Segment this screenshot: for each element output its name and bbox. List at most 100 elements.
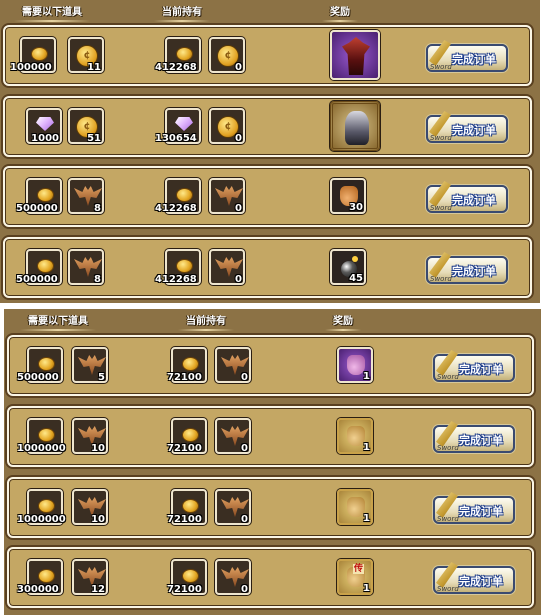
header-reward: 奖励: [325, 312, 361, 331]
required-gold-slot[interactable]: 500000: [16, 249, 62, 285]
owned-bat-slot[interactable]: 0: [215, 418, 251, 454]
owned-bat-slot[interactable]: 0: [215, 559, 251, 595]
owned-gold-slot[interactable]: 72100: [167, 489, 207, 525]
complete-order-label: 完成订单: [459, 575, 503, 588]
required-gold-slot[interactable]: 500000: [16, 178, 62, 214]
complete-order-button[interactable]: 完成订单 Sword: [426, 111, 508, 143]
required-bat-slot[interactable]: 5: [72, 347, 108, 383]
required-bat-amount: 8: [94, 203, 101, 214]
sword-caption: Sword: [430, 275, 452, 283]
reward-amount: 30: [349, 202, 363, 213]
owned-gold-slot[interactable]: 412268: [155, 178, 201, 214]
reward-slot[interactable]: 传 1: [337, 559, 373, 595]
owned-coin-slot[interactable]: ¢ 0: [209, 108, 245, 144]
fuse-spark: [352, 256, 358, 262]
demon-figure-icon: [342, 37, 370, 75]
complete-order-button[interactable]: 完成订单 Sword: [426, 181, 508, 213]
owned-bat-slot[interactable]: 0: [215, 347, 251, 383]
gold-coin-icon: [31, 47, 48, 61]
gold-coin-icon: [38, 357, 55, 371]
reward-amount: 1: [363, 442, 370, 453]
required-bat-slot[interactable]: 8: [68, 178, 104, 214]
reward-slot[interactable]: [330, 101, 380, 151]
complete-order-button[interactable]: 完成订单 Sword: [433, 562, 515, 594]
owned-coin-amount: 0: [235, 133, 242, 144]
required-coin-slot[interactable]: ¢ 51: [68, 108, 104, 144]
owned-gold-slot[interactable]: 412268: [155, 249, 201, 285]
order-row: 1000000 10 72100 0 1 完成订单 Sword: [7, 406, 534, 467]
reward-slot[interactable]: 1: [337, 489, 373, 525]
owned-gold-amount: 412268: [155, 274, 197, 285]
complete-order-button[interactable]: 完成订单 Sword: [426, 40, 508, 72]
gold-coin-icon: [37, 188, 54, 202]
required-bat-slot[interactable]: 10: [72, 418, 108, 454]
reward-slot[interactable]: [330, 30, 380, 80]
owned-gold-amount: 412268: [155, 62, 197, 73]
complete-order-label: 完成订单: [459, 434, 503, 447]
owned-bat-slot[interactable]: 0: [209, 249, 245, 285]
orders-panel-bottom: 需要以下道具 当前持有 奖励 500000 5 72100 0 1 完成订单 S…: [4, 309, 541, 615]
required-gold-slot[interactable]: 500000: [17, 347, 63, 383]
owned-gold-slot[interactable]: 412268: [155, 37, 201, 73]
complete-order-label: 完成订单: [452, 53, 496, 66]
gold-coin-icon: [176, 188, 193, 202]
gold-coin-icon: [38, 428, 55, 442]
sword-caption: Sword: [437, 444, 459, 452]
owned-gold-slot[interactable]: 72100: [167, 418, 207, 454]
reward-amount: 1: [363, 371, 370, 382]
owned-bat-slot[interactable]: 0: [209, 178, 245, 214]
sword-caption: Sword: [437, 373, 459, 381]
owned-bat-slot[interactable]: 0: [215, 489, 251, 525]
order-row: 100000 ¢ 11 412268 ¢ 0 完成订单 Sword: [3, 25, 532, 86]
complete-order-label: 完成订单: [452, 194, 496, 207]
required-gem-amount: 1000: [31, 133, 59, 144]
order-row: 300000 12 72100 0 传 1 完成订单 Sword: [7, 547, 534, 608]
required-coin-slot[interactable]: ¢ 11: [68, 37, 104, 73]
required-bat-slot[interactable]: 8: [68, 249, 104, 285]
required-gold-amount: 500000: [16, 203, 58, 214]
order-row: 500000 8 412268 0 45 完成订单 Sword: [3, 237, 532, 298]
gold-coin-icon: [182, 428, 199, 442]
complete-order-button[interactable]: 完成订单 Sword: [426, 252, 508, 284]
owned-gold-slot[interactable]: 72100: [167, 559, 207, 595]
header-required-items: 需要以下道具: [14, 3, 90, 22]
required-bat-amount: 5: [98, 372, 105, 383]
sword-caption: Sword: [430, 134, 452, 142]
owned-coin-slot[interactable]: ¢ 0: [209, 37, 245, 73]
order-row: 1000000 10 72100 0 1 完成订单 Sword: [7, 477, 534, 538]
required-gold-slot[interactable]: 100000: [10, 37, 56, 73]
owned-gold-amount: 72100: [167, 443, 202, 454]
complete-order-button[interactable]: 完成订单 Sword: [433, 492, 515, 524]
reward-amount: 1: [363, 583, 370, 594]
required-bat-slot[interactable]: 10: [72, 489, 108, 525]
owned-gem-slot[interactable]: 130654: [155, 108, 201, 144]
required-gem-slot[interactable]: 1000: [26, 108, 62, 144]
required-bat-slot[interactable]: 12: [72, 559, 108, 595]
required-gold-slot[interactable]: 1000000: [17, 489, 66, 525]
reward-slot[interactable]: 1: [337, 418, 373, 454]
header-reward: 奖励: [322, 3, 358, 22]
complete-order-button[interactable]: 完成订单 Sword: [433, 421, 515, 453]
owned-gold-slot[interactable]: 72100: [167, 347, 207, 383]
order-row: 500000 5 72100 0 1 完成订单 Sword: [7, 335, 534, 396]
required-gold-amount: 100000: [10, 62, 52, 73]
gold-coin-icon: [37, 259, 54, 273]
required-bat-amount: 10: [91, 514, 105, 525]
sword-caption: Sword: [430, 204, 452, 212]
reward-slot[interactable]: 30: [330, 178, 366, 214]
owned-gold-amount: 412268: [155, 203, 197, 214]
required-coin-amount: 11: [87, 62, 101, 73]
sword-caption: Sword: [437, 585, 459, 593]
gold-coin-icon: [38, 499, 55, 513]
owned-bat-amount: 0: [235, 203, 242, 214]
required-gold-slot[interactable]: 300000: [17, 559, 63, 595]
complete-order-button[interactable]: 完成订单 Sword: [433, 350, 515, 382]
orders-panel-top: 需要以下道具 当前持有 奖励 100000 ¢ 11 412268 ¢ 0 完成…: [0, 0, 540, 303]
required-bat-amount: 8: [94, 274, 101, 285]
required-gold-slot[interactable]: 1000000: [17, 418, 66, 454]
required-gold-amount: 1000000: [17, 514, 66, 525]
reward-slot[interactable]: 1: [337, 347, 373, 383]
owned-gold-amount: 72100: [167, 584, 202, 595]
reward-slot[interactable]: 45: [330, 249, 366, 285]
gold-coin-icon: [182, 569, 199, 583]
